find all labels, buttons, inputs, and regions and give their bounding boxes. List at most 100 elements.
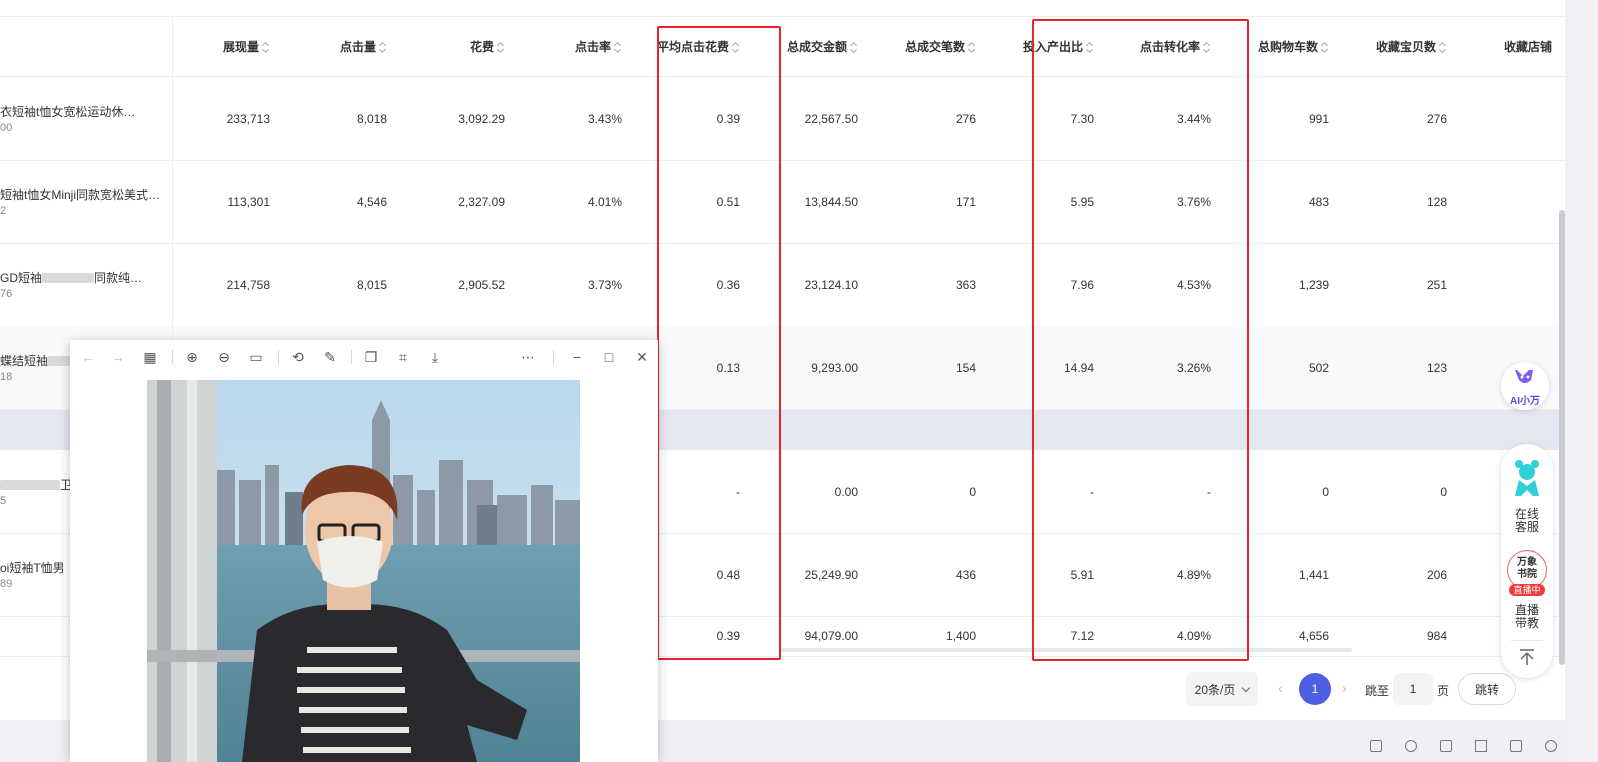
tray-volume-icon[interactable] bbox=[1475, 740, 1487, 752]
column-header-total-cart[interactable]: 总购物车数 bbox=[1219, 17, 1329, 76]
product-title[interactable]: 短袖t恤女Minji同款宽松美式… bbox=[0, 186, 160, 203]
tray-clock-icon[interactable] bbox=[1545, 740, 1557, 752]
column-header-label: 总成交金额 bbox=[786, 40, 847, 54]
sort-icon[interactable] bbox=[1203, 41, 1211, 53]
zoom-out-icon[interactable]: ⊖ bbox=[214, 348, 234, 366]
sort-icon[interactable] bbox=[968, 41, 976, 53]
close-icon[interactable]: ✕ bbox=[632, 348, 652, 366]
grid-icon[interactable]: ▦ bbox=[140, 348, 160, 366]
sort-icon[interactable] bbox=[732, 41, 740, 53]
next-page-icon[interactable]: › bbox=[1342, 680, 1347, 696]
goto-button[interactable]: 跳转 bbox=[1458, 673, 1516, 705]
cell-click-conversion: 4.53% bbox=[1176, 277, 1211, 292]
download-icon[interactable]: ⤓ bbox=[425, 348, 445, 366]
vertical-scroll-thumb[interactable] bbox=[1559, 210, 1565, 665]
product-cell[interactable]: 衣短袖t恤女宽松运动休… 00 bbox=[0, 77, 172, 160]
image-viewer-window[interactable]: ← → ▦ ⊕ ⊖ ▭ ⟲ ✎ ❐ ⌗ ⤓ ⋯ − □ ✕ bbox=[70, 340, 658, 762]
cell-roi: 7.96 bbox=[1070, 277, 1094, 292]
rotate-icon[interactable]: ⟲ bbox=[288, 348, 308, 366]
more-icon[interactable]: ⋯ bbox=[518, 348, 538, 366]
tray-network-icon[interactable] bbox=[1405, 740, 1417, 752]
cell-impressions: 214,758 bbox=[226, 277, 270, 292]
column-header-impressions[interactable]: 展现量 bbox=[160, 17, 270, 76]
table-row[interactable]: GD短袖 同款纯… 76 214,758 8,015 2,905.52 3.73% 0.36 2… bbox=[0, 243, 1565, 327]
academy-label-1: 万象 bbox=[1517, 557, 1537, 568]
column-header-fav-items[interactable]: 收藏宝贝数 bbox=[1337, 17, 1447, 76]
maximize-icon[interactable]: □ bbox=[599, 348, 619, 366]
column-header-ctr[interactable]: 点击率 bbox=[512, 17, 622, 76]
cell-total-gmv: 22,567.50 bbox=[804, 111, 858, 126]
table-row[interactable]: 衣短袖t恤女宽松运动休… 00 233,713 8,018 3,092.29 3.43% 0… bbox=[0, 77, 1565, 161]
arrow-left-icon[interactable]: ← bbox=[78, 348, 98, 366]
horizontal-scrollbar[interactable] bbox=[780, 648, 1352, 652]
edit-icon[interactable]: ✎ bbox=[320, 348, 340, 366]
copy-icon[interactable]: ❐ bbox=[361, 348, 381, 366]
product-title-text: oi短袖T恤男 bbox=[0, 560, 65, 575]
ai-mascot-icon bbox=[1515, 370, 1533, 383]
cell-total-gmv: 94,079.00 bbox=[804, 629, 858, 643]
sort-icon[interactable] bbox=[1086, 41, 1094, 53]
zoom-in-icon[interactable]: ⊕ bbox=[182, 348, 202, 366]
current-page-button[interactable]: 1 bbox=[1299, 673, 1331, 705]
column-header-total-orders[interactable]: 总成交笔数 bbox=[866, 17, 976, 76]
tray-tool-icon[interactable] bbox=[1370, 740, 1382, 752]
product-id: 5 bbox=[0, 494, 7, 507]
goto-page-value: 1 bbox=[1409, 682, 1417, 696]
product-title[interactable]: oi短袖T恤男 bbox=[0, 559, 65, 576]
sort-icon[interactable] bbox=[379, 41, 387, 53]
sort-icon[interactable] bbox=[497, 41, 505, 53]
sort-icon[interactable] bbox=[1439, 41, 1447, 53]
sort-icon[interactable] bbox=[262, 41, 270, 53]
column-header-fav-shop[interactable]: 收藏店铺 bbox=[1504, 17, 1565, 76]
cell-fav-items: 276 bbox=[1426, 111, 1447, 126]
page-size-select[interactable]: 20条/页 bbox=[1186, 672, 1258, 706]
toolbar-separator bbox=[351, 350, 352, 364]
service-label-2[interactable]: 客服 bbox=[1501, 521, 1553, 534]
cell-click-conversion: 4.89% bbox=[1176, 567, 1211, 582]
cell-click-conversion: 4.09% bbox=[1176, 629, 1211, 643]
product-cell[interactable]: 短袖t恤女Minji同款宽松美式… 2 bbox=[0, 160, 172, 243]
ai-assistant-label: AI小万 bbox=[1510, 396, 1540, 407]
sort-icon[interactable] bbox=[614, 41, 622, 53]
tray-lock-icon[interactable] bbox=[1440, 740, 1452, 752]
sort-icon[interactable] bbox=[850, 41, 858, 53]
cell-avg-click-cost: 0.36 bbox=[716, 277, 740, 292]
column-header-avg-click-cost[interactable]: 平均点击花费 bbox=[630, 17, 740, 76]
column-header-clicks[interactable]: 点击量 bbox=[277, 17, 387, 76]
vertical-scroll-track[interactable] bbox=[1565, 0, 1598, 762]
live-label-2[interactable]: 带教 bbox=[1501, 617, 1553, 630]
product-title[interactable]: GD短袖 同款纯… bbox=[0, 269, 142, 286]
back-to-top-icon[interactable] bbox=[1517, 648, 1537, 666]
cell-fav-items: 251 bbox=[1426, 277, 1447, 292]
cell-roi: - bbox=[1090, 484, 1094, 499]
product-title[interactable]: 卫 bbox=[0, 476, 72, 493]
toolbar-separator bbox=[278, 350, 279, 364]
customer-service-icon[interactable] bbox=[1511, 458, 1543, 498]
live-badge: 直播中 bbox=[1509, 584, 1545, 596]
tray-window-icon[interactable] bbox=[1510, 740, 1522, 752]
product-title[interactable]: 衣短袖t恤女宽松运动休… bbox=[0, 103, 135, 120]
cell-total-cart: 1,239 bbox=[1298, 277, 1329, 292]
column-header-total-gmv[interactable]: 总成交金额 bbox=[748, 17, 858, 76]
cell-avg-click-cost: 0.51 bbox=[716, 194, 740, 209]
product-cell[interactable]: GD短袖 同款纯… 76 bbox=[0, 243, 172, 326]
sort-icon[interactable] bbox=[1321, 41, 1329, 53]
crop-icon[interactable]: ⌗ bbox=[393, 348, 413, 366]
arrow-right-icon[interactable]: → bbox=[108, 348, 128, 366]
prev-page-icon[interactable]: ‹ bbox=[1278, 680, 1283, 696]
cell-fav-items: 206 bbox=[1426, 567, 1447, 582]
fit-icon[interactable]: ▭ bbox=[246, 348, 266, 366]
cell-total-gmv: 9,293.00 bbox=[811, 360, 858, 375]
ai-assistant-button[interactable]: AI小万 bbox=[1501, 362, 1549, 410]
cell-ctr: 3.43% bbox=[587, 111, 622, 126]
bottom-status-strip bbox=[658, 720, 1565, 762]
column-header-roi[interactable]: 投入产出比 bbox=[984, 17, 1094, 76]
goto-page-input[interactable]: 1 bbox=[1393, 673, 1433, 705]
cell-click-conversion: 3.76% bbox=[1176, 194, 1211, 209]
column-header-cost[interactable]: 花费 bbox=[395, 17, 505, 76]
column-header-click-conversion[interactable]: 点击转化率 bbox=[1101, 17, 1211, 76]
side-divider bbox=[1511, 640, 1543, 641]
chevron-down-icon bbox=[1242, 683, 1251, 692]
table-row[interactable]: 短袖t恤女Minji同款宽松美式… 2 113,301 4,546 2,327.09 4.… bbox=[0, 160, 1565, 244]
minimize-icon[interactable]: − bbox=[567, 348, 587, 366]
